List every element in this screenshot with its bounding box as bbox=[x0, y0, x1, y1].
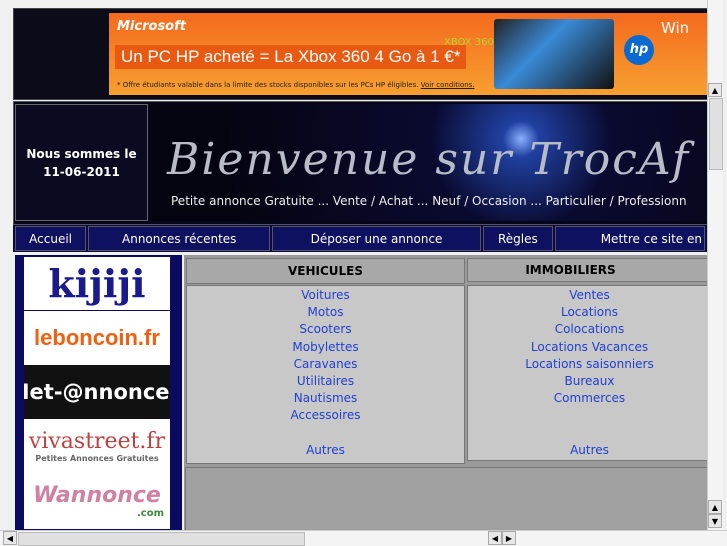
date-cell: Nous sommes le 11-06-2011 bbox=[15, 104, 148, 221]
category-link[interactable]: Bureaux bbox=[468, 373, 707, 390]
horizontal-scrollbar[interactable]: ◀ ◀ ▶ bbox=[0, 530, 727, 546]
category-link[interactable]: Motos bbox=[187, 304, 464, 321]
category-link[interactable]: Commerces bbox=[468, 390, 707, 407]
leboncoin-logo[interactable]: leboncoin.fr bbox=[24, 311, 170, 365]
xbox-logo: XBOX 360 bbox=[444, 37, 494, 48]
windows-logo: Win bbox=[661, 19, 690, 37]
category-link[interactable]: Accessoires bbox=[187, 407, 464, 424]
category-list-immobiliers: Ventes Locations Colocations Locations V… bbox=[467, 285, 707, 461]
category-link[interactable]: Nautismes bbox=[187, 390, 464, 407]
welcome-title: Bienvenue sur TrocAf bbox=[167, 134, 691, 185]
horizontal-scroll-thumb[interactable] bbox=[18, 532, 305, 546]
kijiji-logo[interactable]: kijiji bbox=[24, 257, 170, 310]
category-list-vehicules: Voitures Motos Scooters Mobylettes Carav… bbox=[186, 285, 465, 464]
scroll-right-arrow-icon[interactable]: ▶ bbox=[502, 531, 516, 545]
category-link[interactable]: Utilitaires bbox=[187, 373, 464, 390]
site-banner: Bienvenue sur TrocAf Petite annonce Grat… bbox=[151, 104, 707, 221]
wannonce-logo[interactable]: Wannonce .com bbox=[24, 473, 170, 529]
category-link-autres[interactable]: Autres bbox=[187, 442, 464, 459]
category-link[interactable]: Locations Vacances bbox=[468, 339, 707, 356]
category-link[interactable]: Scooters bbox=[187, 321, 464, 338]
hp-logo: hp bbox=[624, 35, 654, 65]
nav-annonces-recentes[interactable]: Annonces récentes bbox=[88, 226, 271, 251]
empty-panel bbox=[185, 467, 709, 532]
category-link[interactable]: Voitures bbox=[187, 287, 464, 304]
vivastreet-logo[interactable]: vivastreet.fr Petites Annonces Gratuites bbox=[24, 419, 170, 473]
partner-logos: kijiji leboncoin.fr Net-@nnonces vivastr… bbox=[15, 255, 182, 530]
scroll-down-arrow-icon[interactable]: ▼ bbox=[708, 514, 722, 528]
category-link[interactable]: Ventes bbox=[468, 287, 707, 304]
ad-headline: Un PC HP acheté = La Xbox 360 4 Go à 1 €… bbox=[115, 45, 467, 69]
scroll-up-arrow-icon[interactable]: ▲ bbox=[708, 83, 722, 97]
current-date: 11-06-2011 bbox=[43, 164, 120, 179]
nav-accueil[interactable]: Accueil bbox=[15, 226, 87, 251]
category-link[interactable]: Mobylettes bbox=[187, 339, 464, 356]
laptop-image bbox=[494, 19, 614, 89]
date-label: Nous sommes le bbox=[26, 146, 137, 161]
category-link-autres[interactable]: Autres bbox=[468, 442, 707, 459]
scroll-left-arrow-icon[interactable]: ◀ bbox=[3, 531, 17, 545]
ad-fine-print: * Offre étudiants valable dans la limite… bbox=[117, 81, 475, 89]
nav-regles[interactable]: Règles bbox=[482, 226, 553, 251]
category-header-vehicules: VEHICULES bbox=[186, 258, 465, 284]
nav-favoris[interactable]: Mettre ce site en bbox=[554, 226, 705, 251]
scroll-up-arrow-icon[interactable]: ▲ bbox=[708, 500, 722, 514]
ad-brand: Microsoft bbox=[117, 19, 186, 34]
category-header-immobiliers: IMMOBILIERS bbox=[467, 258, 707, 282]
vertical-scroll-thumb[interactable] bbox=[709, 98, 723, 170]
tagline: Petite annonce Gratuite ... Vente / Acha… bbox=[171, 194, 687, 208]
ad-banner[interactable]: Microsoft Un PC HP acheté = La Xbox 360 … bbox=[109, 13, 707, 95]
scroll-left-arrow-icon[interactable]: ◀ bbox=[488, 531, 502, 545]
ad-conditions-link[interactable]: Voir conditions. bbox=[421, 81, 475, 89]
nav-deposer-annonce[interactable]: Déposer une annonce bbox=[272, 226, 481, 251]
category-link[interactable]: Caravanes bbox=[187, 356, 464, 373]
vertical-scrollbar[interactable]: ▲ ▲ ▼ bbox=[707, 0, 723, 530]
category-link[interactable]: Colocations bbox=[468, 321, 707, 338]
category-link[interactable]: Locations bbox=[468, 304, 707, 321]
main-nav: Accueil Annonces récentes Déposer une an… bbox=[13, 225, 707, 252]
net-annonces-logo[interactable]: Net-@nnonces bbox=[24, 365, 170, 419]
category-link[interactable]: Locations saisonniers bbox=[468, 356, 707, 373]
